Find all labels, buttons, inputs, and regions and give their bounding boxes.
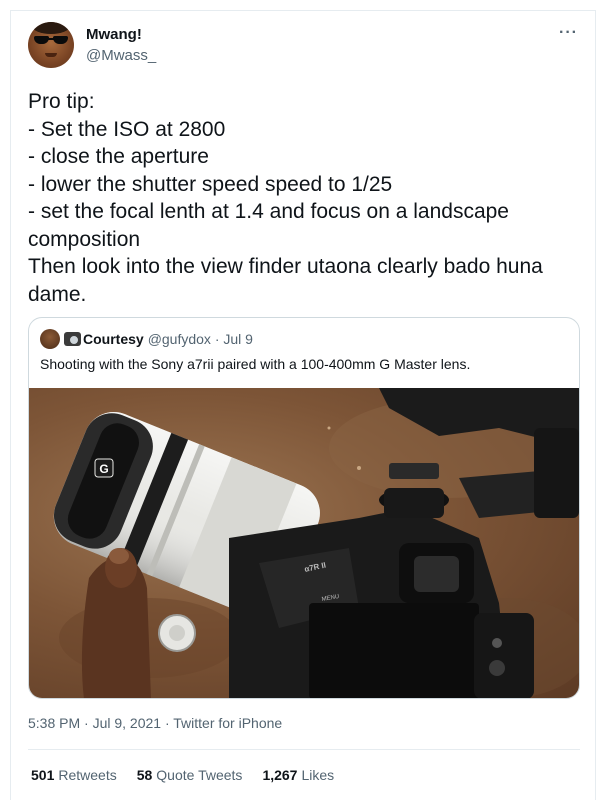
- quote-tweets-count: 58: [136, 767, 153, 783]
- author-avatar[interactable]: [28, 22, 74, 68]
- quoted-tweet-text: Shooting with the Sony a7rii paired with…: [40, 356, 471, 372]
- quoted-tweet[interactable]: Courtesy @gufydox · Jul 9 Shooting with …: [28, 317, 580, 699]
- author-display-name[interactable]: Mwang!: [86, 25, 156, 44]
- retweets-count: 501: [31, 767, 55, 783]
- quote-tweets-stat[interactable]: 58 Quote Tweets: [137, 767, 243, 783]
- quote-tweets-label: Quote Tweets: [156, 767, 243, 783]
- likes-label: Likes: [301, 767, 335, 783]
- tweet-stats: 501 Retweets 58 Quote Tweets 1,267 Likes: [31, 767, 354, 783]
- avatar-hair: [32, 22, 70, 34]
- avatar-mouth: [45, 53, 57, 57]
- quoted-tweet-header: Courtesy @gufydox · Jul 9: [40, 329, 253, 349]
- retweets-label: Retweets: [58, 767, 117, 783]
- quoted-photo[interactable]: G α7R II MENU: [29, 388, 579, 698]
- divider: [28, 749, 580, 750]
- sunglasses-icon: [34, 36, 68, 44]
- quoted-handle-date: @gufydox · Jul 9: [147, 331, 253, 347]
- likes-stat[interactable]: 1,267 Likes: [262, 767, 334, 783]
- quoted-display-name: Courtesy: [83, 331, 144, 347]
- author-names: Mwang! @Mwass_: [86, 25, 156, 65]
- camera-emoji-icon: [64, 332, 81, 346]
- tweet-timestamp[interactable]: 5:38 PM · Jul 9, 2021 · Twitter for iPho…: [28, 715, 282, 731]
- retweets-stat[interactable]: 501 Retweets: [31, 767, 117, 783]
- more-options-icon[interactable]: ···: [559, 24, 578, 42]
- author-handle[interactable]: @Mwass_: [86, 46, 156, 65]
- tweet-header: Mwang! @Mwass_ ···: [28, 22, 588, 76]
- camera-photo-illustration: G α7R II MENU: [53, 388, 579, 698]
- tweet-text: Pro tip: - Set the ISO at 2800 - close t…: [28, 90, 543, 306]
- lens-badge: G: [99, 462, 108, 476]
- likes-count: 1,267: [262, 767, 298, 783]
- quoted-avatar: [40, 329, 60, 349]
